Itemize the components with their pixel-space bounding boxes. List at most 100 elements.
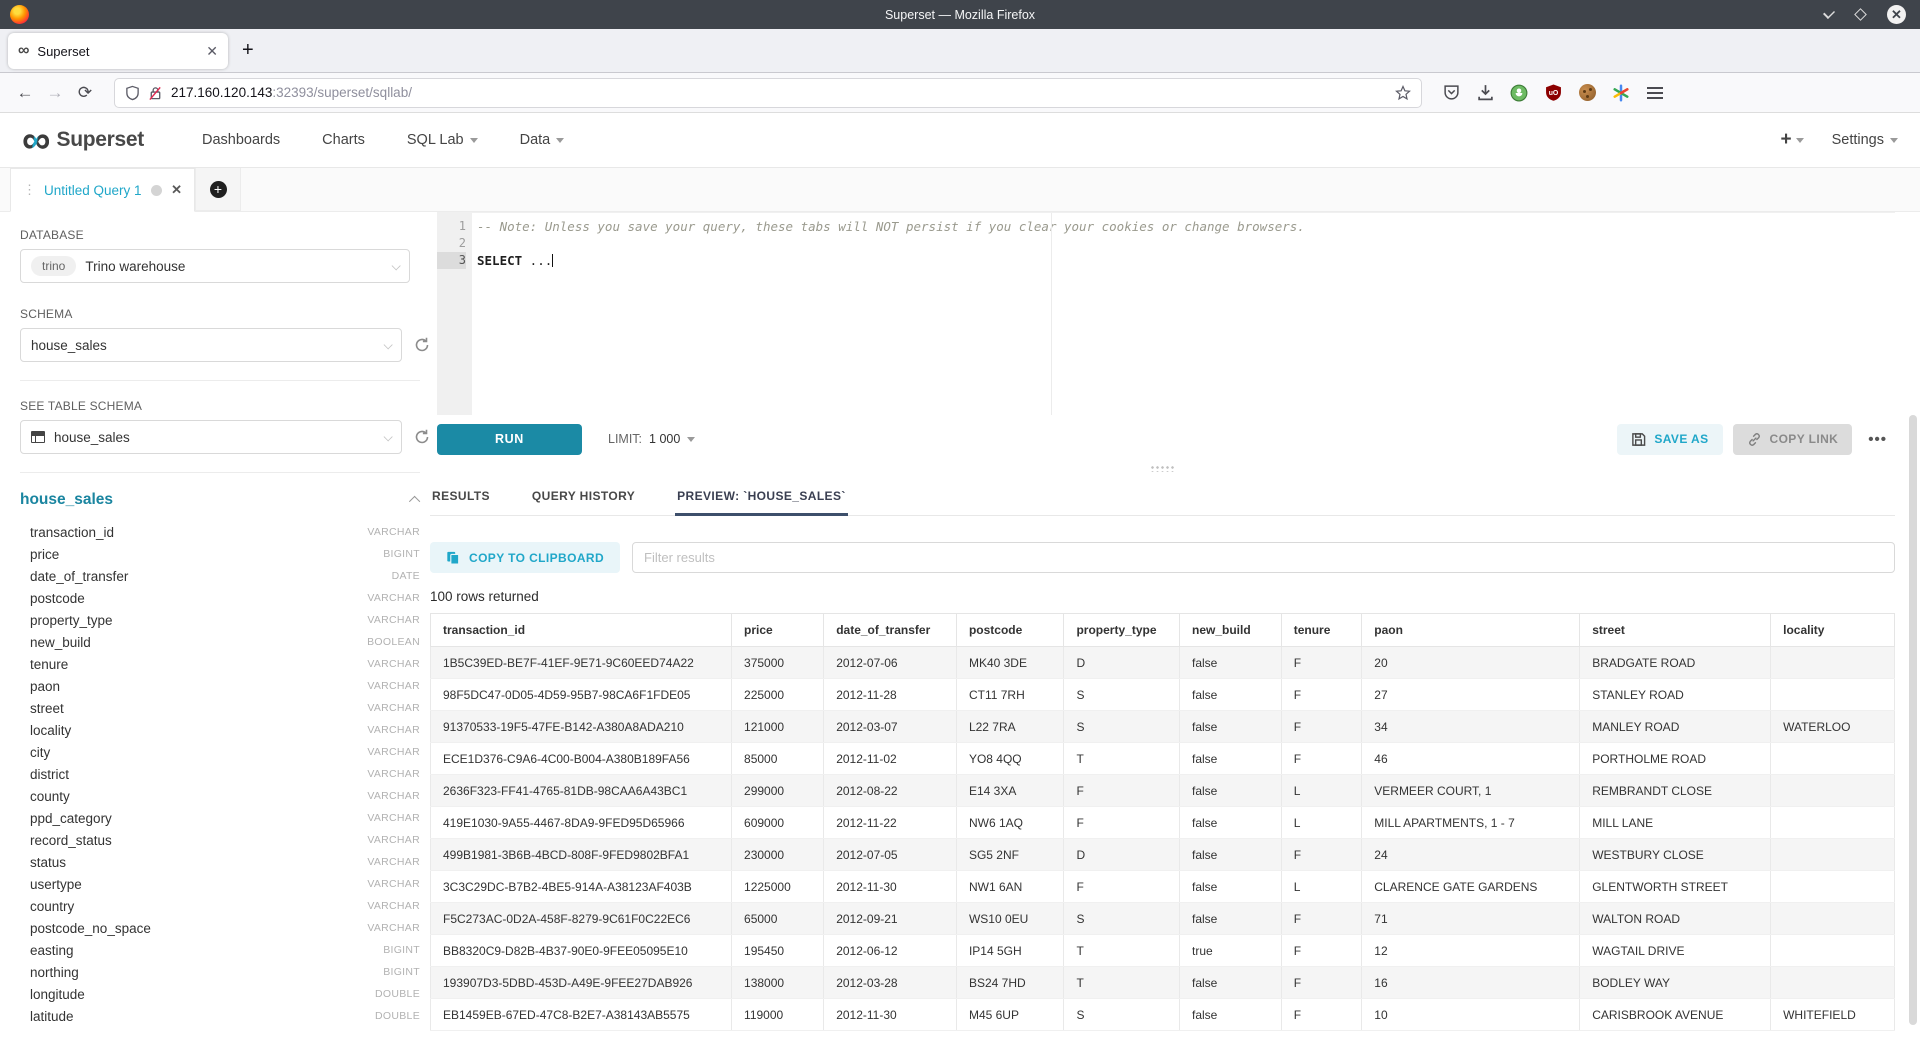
schema-column-row[interactable]: eastingBIGINT [20, 939, 420, 961]
window-maximize-icon[interactable] [1854, 8, 1867, 21]
save-as-button[interactable]: SAVE AS [1617, 424, 1722, 455]
table-row[interactable]: 193907D3-5DBD-453D-A49E-9FEE27DAB9261380… [431, 967, 1895, 999]
table-row[interactable]: 98F5DC47-0D05-4D59-95B7-98CA6F1FDE052250… [431, 679, 1895, 711]
schema-column-row[interactable]: tenureVARCHAR [20, 653, 420, 675]
sql-comment-line: -- Note: Unless you save your query, the… [477, 219, 1305, 234]
menu-hamburger-icon[interactable] [1644, 82, 1666, 104]
back-icon[interactable]: ← [10, 79, 40, 107]
forward-icon[interactable]: → [40, 79, 70, 107]
url-bar[interactable]: 217.160.120.143:32393/superset/sqllab/ [114, 78, 1422, 108]
window-minimize-icon[interactable] [1823, 6, 1835, 18]
add-new-button[interactable]: + [1780, 129, 1803, 151]
schema-column-row[interactable]: postcode_no_spaceVARCHAR [20, 917, 420, 939]
column-header-transaction_id[interactable]: transaction_id [431, 614, 732, 647]
nav-item-sql-lab[interactable]: SQL Lab [407, 132, 478, 148]
schema-select[interactable]: house_sales [20, 328, 402, 362]
table-row[interactable]: EB1459EB-67ED-47C8-B2E7-A38143AB55751190… [431, 999, 1895, 1031]
schema-column-row[interactable]: property_typeVARCHAR [20, 609, 420, 631]
vertical-scrollbar[interactable] [1909, 415, 1917, 1025]
copy-to-clipboard-button[interactable]: COPY TO CLIPBOARD [430, 542, 620, 573]
sql-editor[interactable]: 123 -- Note: Unless you save your query,… [437, 212, 1895, 415]
column-header-tenure[interactable]: tenure [1281, 614, 1362, 647]
table-row[interactable]: F5C273AC-0D2A-458F-8279-9C61F0C22EC66500… [431, 903, 1895, 935]
settings-menu[interactable]: Settings [1832, 132, 1898, 148]
column-header-postcode[interactable]: postcode [956, 614, 1064, 647]
run-button[interactable]: RUN [437, 424, 582, 455]
superset-logo-icon[interactable]: ∞ [22, 124, 49, 156]
schema-column-row[interactable]: new_buildBOOLEAN [20, 631, 420, 653]
schema-column-row[interactable]: ppd_categoryVARCHAR [20, 807, 420, 829]
tab-close-icon[interactable]: ✕ [206, 43, 218, 60]
schema-column-row[interactable]: districtVARCHAR [20, 763, 420, 785]
new-query-tab-button[interactable]: + [195, 168, 241, 211]
refresh-schema-icon[interactable] [414, 337, 430, 353]
schema-column-row[interactable]: countryVARCHAR [20, 895, 420, 917]
browser-tab[interactable]: ∞ Superset ✕ [8, 33, 228, 69]
results-tab-results[interactable]: RESULTS [430, 483, 492, 515]
superset-brand[interactable]: Superset [57, 128, 144, 152]
table-select[interactable]: house_sales [20, 420, 402, 454]
schema-column-row[interactable]: usertypeVARCHAR [20, 873, 420, 895]
pocket-icon[interactable] [1440, 82, 1462, 104]
column-header-date_of_transfer[interactable]: date_of_transfer [824, 614, 957, 647]
download-icon[interactable] [1474, 82, 1496, 104]
schema-column-row[interactable]: transaction_idVARCHAR [20, 521, 420, 543]
reload-icon[interactable]: ⟳ [70, 79, 100, 107]
schema-column-row[interactable]: latitudeDOUBLE [20, 1005, 420, 1027]
table-row[interactable]: BB8320C9-D82B-4B37-90E0-9FEE05095E101954… [431, 935, 1895, 967]
copy-link-button[interactable]: COPY LINK [1733, 424, 1853, 455]
schema-column-row[interactable]: countyVARCHAR [20, 785, 420, 807]
column-header-new_build[interactable]: new_build [1179, 614, 1281, 647]
table-row[interactable]: 419E1030-9A55-4467-8DA9-9FED95D659666090… [431, 807, 1895, 839]
schema-column-row[interactable]: statusVARCHAR [20, 851, 420, 873]
results-tab-query-history[interactable]: QUERY HISTORY [530, 483, 637, 515]
database-select[interactable]: trino Trino warehouse [20, 249, 410, 283]
column-header-price[interactable]: price [732, 614, 824, 647]
privacy-extension-icon[interactable] [1508, 82, 1530, 104]
bookmark-star-icon[interactable] [1395, 85, 1411, 101]
nav-item-dashboards[interactable]: Dashboards [202, 132, 280, 148]
table-row[interactable]: 499B1981-3B6B-4BCD-808F-9FED9802BFA12300… [431, 839, 1895, 871]
schema-column-row[interactable]: longitudeDOUBLE [20, 983, 420, 1005]
cookie-icon[interactable] [1576, 82, 1598, 104]
filter-results-input[interactable] [632, 542, 1895, 573]
column-header-street[interactable]: street [1580, 614, 1771, 647]
column-header-property_type[interactable]: property_type [1064, 614, 1180, 647]
table-row[interactable]: ECE1D376-C9A6-4C00-B004-A380B189FA568500… [431, 743, 1895, 775]
schema-column-row[interactable]: postcodeVARCHAR [20, 587, 420, 609]
ublock-icon[interactable]: uO [1542, 82, 1564, 104]
results-tab-preview[interactable]: PREVIEW: `HOUSE_SALES` [675, 483, 848, 515]
table-schema-title[interactable]: house_sales [20, 491, 113, 509]
nav-item-charts[interactable]: Charts [322, 132, 365, 148]
schema-column-row[interactable]: northingBIGINT [20, 961, 420, 983]
nav-item-data[interactable]: Data [520, 132, 565, 148]
table-row[interactable]: 1B5C39ED-BE7F-41EF-9E71-9C60EED74A223750… [431, 647, 1895, 679]
table-cell: F [1064, 807, 1180, 839]
query-tab-close-icon[interactable]: ✕ [171, 182, 182, 198]
schema-column-row[interactable]: date_of_transferDATE [20, 565, 420, 587]
drag-grip-icon[interactable]: ⋮ [23, 182, 35, 198]
table-row[interactable]: 91370533-19F5-47FE-B142-A380A8ADA2101210… [431, 711, 1895, 743]
lock-crossed-icon[interactable] [148, 85, 163, 101]
schema-column-row[interactable]: record_statusVARCHAR [20, 829, 420, 851]
table-row[interactable]: 3C3C29DC-B7B2-4BE5-914A-A38123AF403B1225… [431, 871, 1895, 903]
more-actions-button[interactable]: ••• [1862, 431, 1893, 448]
schema-column-row[interactable]: priceBIGINT [20, 543, 420, 565]
window-close-icon[interactable]: ✕ [1887, 5, 1906, 24]
column-header-paon[interactable]: paon [1362, 614, 1580, 647]
refresh-table-icon[interactable] [414, 429, 430, 445]
schema-column-row[interactable]: paonVARCHAR [20, 675, 420, 697]
collapse-chevron-icon[interactable] [409, 496, 420, 507]
pane-resize-handle[interactable] [430, 461, 1895, 475]
table-row[interactable]: 2636F323-FF41-4765-81DB-98CAA6A43BC12990… [431, 775, 1895, 807]
schema-column-row[interactable]: cityVARCHAR [20, 741, 420, 763]
new-tab-button[interactable]: + [242, 39, 254, 62]
query-tab-active[interactable]: ⋮ Untitled Query 1 ✕ [10, 168, 195, 212]
limit-dropdown[interactable]: LIMIT: 1 000 [608, 432, 695, 446]
url-text[interactable]: 217.160.120.143:32393/superset/sqllab/ [171, 85, 1387, 100]
colorful-asterisk-icon[interactable] [1610, 82, 1632, 104]
shield-icon[interactable] [125, 85, 140, 101]
column-header-locality[interactable]: locality [1771, 614, 1895, 647]
schema-column-row[interactable]: localityVARCHAR [20, 719, 420, 741]
schema-column-row[interactable]: streetVARCHAR [20, 697, 420, 719]
